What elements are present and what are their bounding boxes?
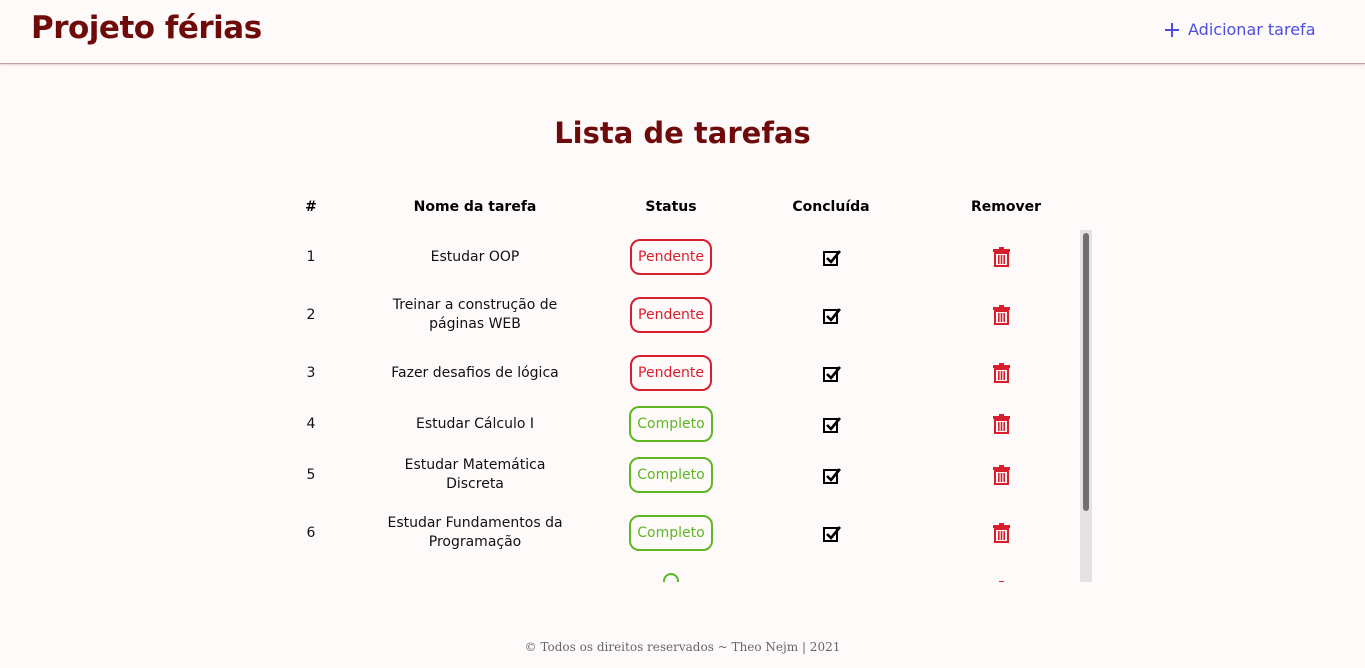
status-badge: Pendente — [630, 355, 712, 391]
column-header-task-name: Nome da tarefa — [413, 199, 537, 215]
trash-icon — [992, 305, 1010, 325]
status-badge: Completo — [629, 406, 713, 442]
status-cell: Pendente — [616, 236, 726, 278]
add-task-label: Adicionar tarefa — [1188, 20, 1316, 39]
task-name: Treinar a construção de páginas WEB — [392, 297, 558, 332]
table-row: 2 Treinar a construção de páginas WEB Pend… — [280, 294, 1080, 336]
column-header-number: # — [305, 199, 317, 215]
mark-done-button[interactable] — [812, 453, 852, 497]
table-row — [280, 569, 1080, 582]
table-row: 3 Fazer desafios de lógica Pendente — [280, 352, 1080, 394]
trash-icon — [992, 414, 1010, 434]
plus-icon — [1165, 22, 1179, 37]
table-row: 4 Estudar Cálculo I Completo — [280, 402, 1080, 446]
remove-task-button[interactable] — [981, 569, 1021, 582]
trash-icon — [993, 581, 1010, 582]
brand-title: Projeto férias — [31, 10, 262, 46]
remove-task-button[interactable] — [981, 453, 1021, 497]
column-header-status: Status — [645, 199, 697, 215]
checkbox-check-icon — [823, 365, 841, 382]
trash-icon — [992, 523, 1010, 543]
status-cell: Completo — [616, 402, 726, 446]
checkbox-check-icon — [823, 249, 841, 266]
task-number: 4 — [306, 415, 316, 432]
status-cell: Completo — [616, 511, 726, 555]
status-cell: Pendente — [616, 294, 726, 336]
task-number: 3 — [306, 364, 316, 381]
task-number: 2 — [306, 306, 316, 323]
status-badge: Pendente — [630, 297, 712, 333]
task-list[interactable]: 1 Estudar OOP Pendente 2 Treinar a construçã… — [280, 230, 1092, 582]
task-number — [291, 569, 331, 582]
remove-task-button[interactable] — [981, 511, 1021, 555]
scrollbar[interactable] — [1080, 230, 1092, 582]
table-row: 6 Estudar Fundamentos da Programação Compl… — [280, 511, 1080, 555]
status-badge: Completo — [629, 457, 713, 493]
task-name: Fazer desafios de lógica — [391, 364, 559, 381]
task-number: 5 — [306, 466, 316, 483]
mark-done-button[interactable] — [812, 511, 852, 555]
trash-icon — [992, 247, 1010, 267]
task-name: Estudar OOP — [430, 248, 520, 265]
table-row: 5 Estudar Matemática Discreta Completo — [280, 453, 1080, 497]
status-badge — [663, 573, 679, 582]
mark-done-button[interactable] — [812, 352, 852, 394]
mark-done-button[interactable] — [812, 569, 852, 582]
footer-copyright: © Todos os direitos reservados ~ Theo Ne… — [524, 640, 841, 654]
column-header-remove: Remover — [970, 199, 1042, 215]
task-name: Estudar Cálculo I — [415, 415, 535, 432]
status-cell: Pendente — [616, 352, 726, 394]
mark-done-button[interactable] — [812, 402, 852, 446]
table-row: 1 Estudar OOP Pendente — [280, 236, 1080, 278]
trash-icon — [992, 465, 1010, 485]
status-badge: Completo — [629, 515, 713, 551]
page-title: Lista de tarefas — [554, 116, 811, 150]
remove-task-button[interactable] — [981, 352, 1021, 394]
table-header: # Nome da tarefa Status Concluída Remove… — [0, 199, 1365, 219]
scrollbar-thumb[interactable] — [1083, 233, 1089, 511]
checkbox-check-icon — [823, 525, 841, 542]
top-navbar: Projeto férias Adicionar tarefa — [0, 0, 1365, 64]
task-number: 6 — [306, 524, 316, 541]
status-cell: Completo — [616, 453, 726, 497]
remove-task-button[interactable] — [981, 236, 1021, 278]
status-badge: Pendente — [630, 239, 712, 275]
remove-task-button[interactable] — [981, 402, 1021, 446]
add-task-button[interactable]: Adicionar tarefa — [1164, 20, 1316, 39]
trash-icon — [992, 363, 1010, 383]
task-name: Estudar Matemática Discreta — [404, 457, 546, 492]
remove-task-button[interactable] — [981, 294, 1021, 336]
checkbox-check-icon — [823, 416, 841, 433]
mark-done-button[interactable] — [812, 294, 852, 336]
status-cell — [616, 569, 726, 582]
checkbox-check-icon — [823, 467, 841, 484]
checkbox-check-icon — [823, 307, 841, 324]
mark-done-button[interactable] — [812, 236, 852, 278]
task-number: 1 — [306, 248, 316, 265]
task-name: Estudar Fundamentos da Programação — [387, 515, 563, 550]
column-header-done: Concluída — [792, 199, 870, 215]
task-name — [375, 569, 575, 582]
